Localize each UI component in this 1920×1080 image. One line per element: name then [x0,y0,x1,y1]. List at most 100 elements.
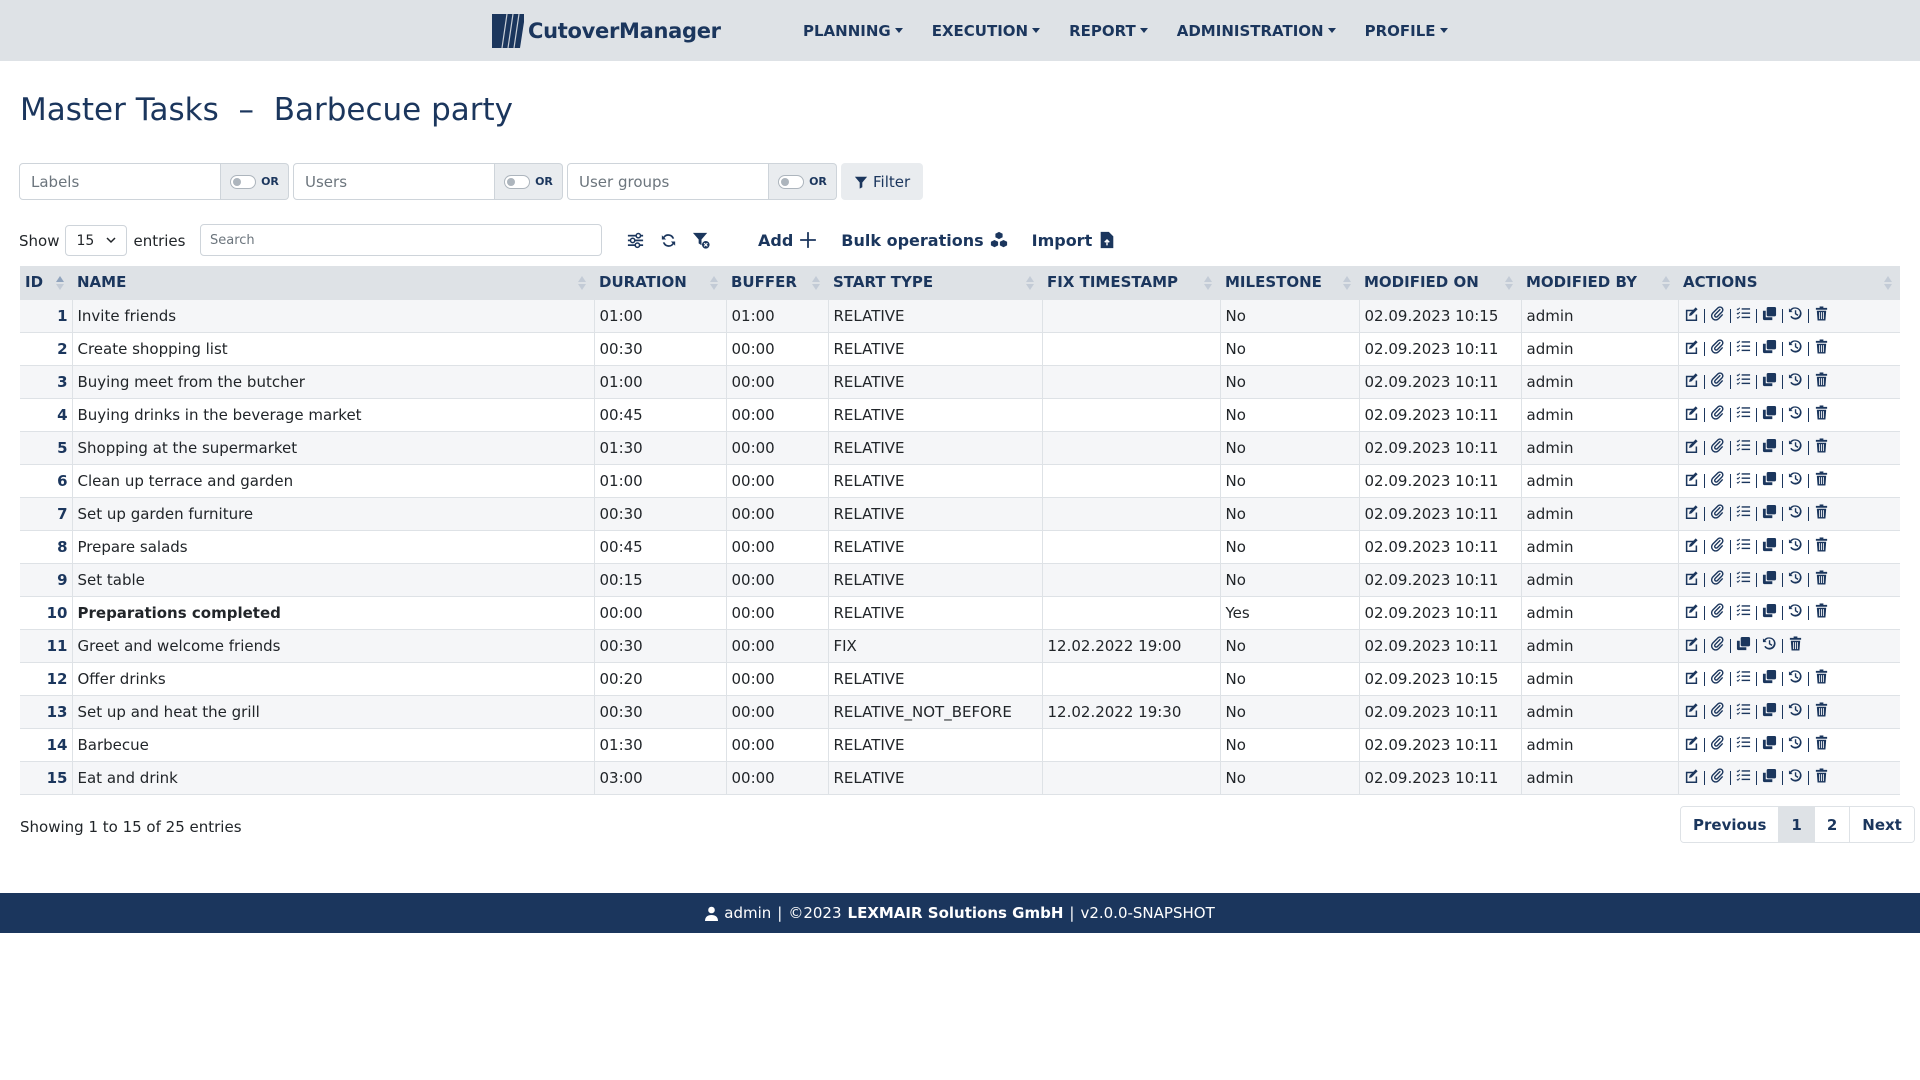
paperclip-icon[interactable] [1710,537,1725,556]
copy-icon[interactable] [1762,735,1777,754]
column-header[interactable]: FIX TIMESTAMP [1042,266,1220,299]
checklist-icon[interactable] [1736,735,1751,754]
history-icon[interactable] [1788,537,1803,556]
users-or-toggle[interactable]: OR [495,163,563,200]
table-row[interactable]: 2 Create shopping list 00:30 00:00 RELATIVE N… [20,331,1900,365]
copy-icon[interactable] [1762,669,1777,688]
paperclip-icon[interactable] [1710,735,1725,754]
copy-icon[interactable] [1762,339,1777,358]
checklist-icon[interactable] [1736,570,1751,589]
copy-icon[interactable] [1762,438,1777,457]
usergroups-input[interactable]: User groups [567,163,769,200]
checklist-icon[interactable] [1736,339,1751,358]
clear-filter-icon[interactable] [692,231,711,250]
column-header[interactable]: ID [20,266,72,299]
labels-or-toggle[interactable]: OR [221,163,289,200]
edit-icon[interactable] [1684,405,1699,424]
copy-icon[interactable] [1762,372,1777,391]
edit-icon[interactable] [1684,504,1699,523]
history-icon[interactable] [1788,372,1803,391]
copy-icon[interactable] [1762,768,1777,787]
edit-icon[interactable] [1684,372,1699,391]
column-header[interactable]: START TYPE [828,266,1042,299]
table-row[interactable]: 3 Buying meet from the butcher 01:00 00:00 R… [20,364,1900,398]
edit-icon[interactable] [1684,768,1699,787]
table-row[interactable]: 15 Eat and drink 03:00 00:00 RELATIVE No 02.09… [20,760,1900,795]
history-icon[interactable] [1788,768,1803,787]
copy-icon[interactable] [1762,570,1777,589]
column-settings-icon[interactable] [626,231,645,250]
checklist-icon[interactable] [1736,702,1751,721]
toggle-switch[interactable] [230,174,257,189]
table-row[interactable]: 14 Barbecue 01:30 00:00 RELATIVE No 02.09.2023… [20,727,1900,761]
edit-icon[interactable] [1684,339,1699,358]
table-row[interactable]: 5 Shopping at the supermarket 01:30 00:00 RE… [20,430,1900,464]
paperclip-icon[interactable] [1710,570,1725,589]
table-row[interactable]: 11 Greet and welcome friends 00:30 00:00 FIX… [20,628,1900,662]
edit-icon[interactable] [1684,735,1699,754]
paperclip-icon[interactable] [1710,768,1725,787]
nav-report[interactable]: REPORT [1069,22,1148,40]
history-icon[interactable] [1788,669,1803,688]
trash-icon[interactable] [1814,768,1829,787]
table-row[interactable]: 9 Set table 00:15 00:00 RELATIVE No 02.09.2023… [20,562,1900,596]
history-icon[interactable] [1762,636,1777,655]
checklist-icon[interactable] [1736,768,1751,787]
paperclip-icon[interactable] [1710,405,1725,424]
checklist-icon[interactable] [1736,306,1751,325]
add-button[interactable]: Add [758,231,817,250]
trash-icon[interactable] [1814,735,1829,754]
trash-icon[interactable] [1814,570,1829,589]
paperclip-icon[interactable] [1710,603,1725,622]
history-icon[interactable] [1788,339,1803,358]
table-row[interactable]: 6 Clean up terrace and garden 01:00 00:00 RE… [20,463,1900,497]
import-button[interactable]: Import [1032,231,1117,250]
history-icon[interactable] [1788,306,1803,325]
bulk-operations-button[interactable]: Bulk operations [841,231,1007,250]
column-header[interactable]: DURATION [594,266,726,299]
column-header[interactable]: NAME [72,266,594,299]
trash-icon[interactable] [1814,504,1829,523]
search-input[interactable]: Search [200,224,602,256]
column-header[interactable]: ACTIONS [1678,266,1900,299]
checklist-icon[interactable] [1736,372,1751,391]
history-icon[interactable] [1788,405,1803,424]
edit-icon[interactable] [1684,636,1699,655]
trash-icon[interactable] [1814,702,1829,721]
trash-icon[interactable] [1814,405,1829,424]
paperclip-icon[interactable] [1710,339,1725,358]
trash-icon[interactable] [1814,471,1829,490]
checklist-icon[interactable] [1736,603,1751,622]
paperclip-icon[interactable] [1710,702,1725,721]
trash-icon[interactable] [1814,537,1829,556]
column-header[interactable]: MODIFIED BY [1521,266,1678,299]
nav-administration[interactable]: ADMINISTRATION [1177,22,1336,40]
history-icon[interactable] [1788,438,1803,457]
copy-icon[interactable] [1762,405,1777,424]
edit-icon[interactable] [1684,306,1699,325]
table-row[interactable]: 8 Prepare salads 00:45 00:00 RELATIVE No 02.09… [20,529,1900,563]
table-row[interactable]: 13 Set up and heat the grill 00:30 00:00 REL… [20,694,1900,728]
edit-icon[interactable] [1684,570,1699,589]
nav-planning[interactable]: PLANNING [803,22,903,40]
page-button-1[interactable]: 1 [1778,807,1814,842]
paperclip-icon[interactable] [1710,669,1725,688]
copy-icon[interactable] [1762,537,1777,556]
table-row[interactable]: 10 Preparations completed 00:00 00:00 RELATI… [20,595,1900,629]
edit-icon[interactable] [1684,471,1699,490]
users-input[interactable]: Users [293,163,495,200]
checklist-icon[interactable] [1736,471,1751,490]
toggle-switch[interactable] [504,174,531,189]
trash-icon[interactable] [1814,339,1829,358]
copy-icon[interactable] [1762,306,1777,325]
paperclip-icon[interactable] [1710,438,1725,457]
checklist-icon[interactable] [1736,504,1751,523]
copy-icon[interactable] [1762,471,1777,490]
history-icon[interactable] [1788,702,1803,721]
next-page-button[interactable]: Next [1849,807,1914,842]
trash-icon[interactable] [1814,306,1829,325]
edit-icon[interactable] [1684,702,1699,721]
edit-icon[interactable] [1684,669,1699,688]
history-icon[interactable] [1788,735,1803,754]
trash-icon[interactable] [1814,372,1829,391]
